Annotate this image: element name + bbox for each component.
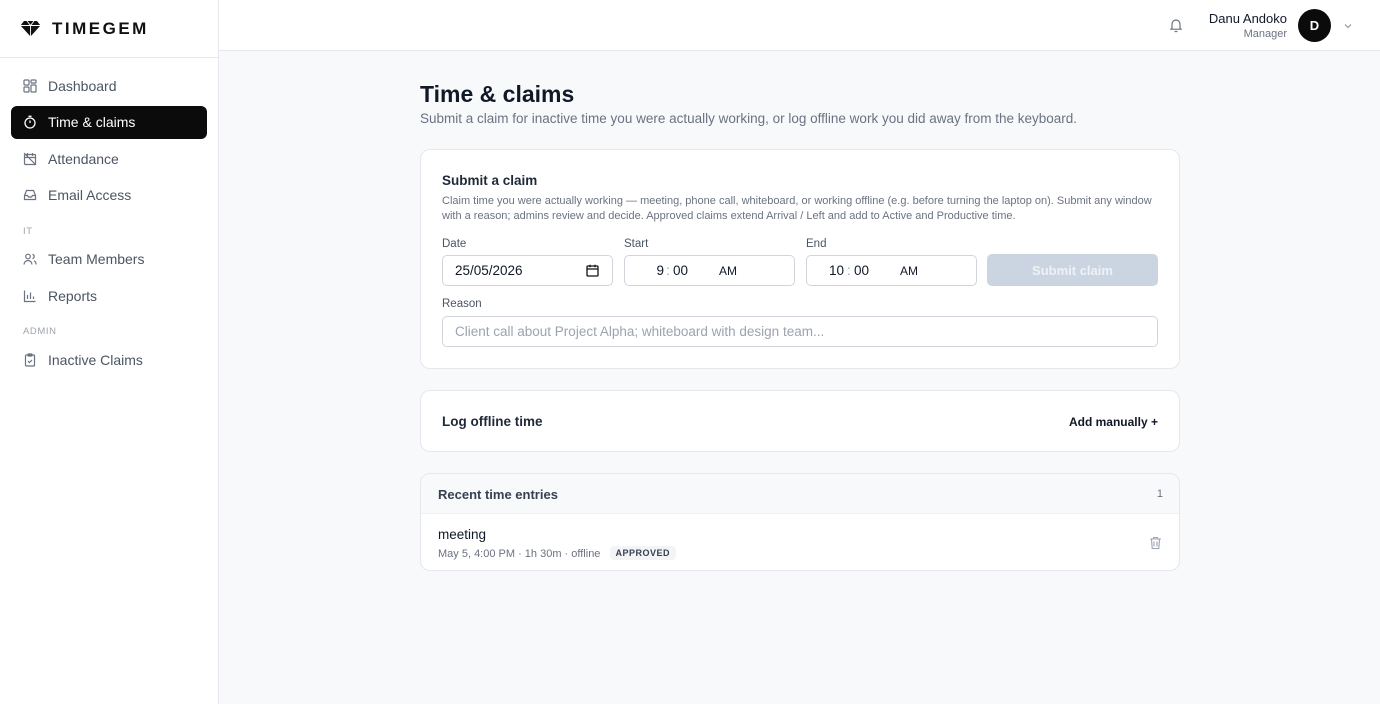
status-badge: APPROVED (609, 546, 677, 560)
sidebar-item-label: Team Members (48, 251, 145, 267)
start-minute[interactable]: 00 (673, 263, 688, 278)
trash-icon[interactable] (1149, 536, 1162, 550)
calendar-off-icon (23, 152, 37, 166)
bell-icon[interactable] (1168, 17, 1184, 33)
start-ampm[interactable]: AM (719, 264, 737, 278)
sidebar-item-email-access[interactable]: Email Access (11, 179, 207, 212)
start-hour[interactable]: 9 (650, 263, 664, 278)
end-ampm[interactable]: AM (900, 264, 918, 278)
sidebar: TIMEGEM Dashboard Time & claims Attendan… (0, 0, 219, 704)
recent-entries-count: 1 (1156, 488, 1163, 500)
avatar[interactable]: D (1298, 9, 1331, 42)
recent-entries-card: Recent time entries 1 meeting May 5, 4:0… (420, 473, 1180, 571)
diamond-icon (20, 20, 41, 37)
sidebar-item-label: Email Access (48, 187, 132, 203)
page-subtitle: Submit a claim for inactive time you wer… (420, 111, 1078, 126)
sidebar-item-label: Time & claims (48, 114, 136, 130)
sidebar-item-reports[interactable]: Reports (11, 279, 207, 312)
user-name[interactable]: Danu Andoko (1209, 11, 1287, 26)
date-field[interactable]: 25/05/2026 (442, 255, 613, 286)
top-bar: Danu Andoko Manager D (219, 0, 1380, 51)
brand[interactable]: TIMEGEM (0, 0, 218, 58)
end-separator: : (847, 263, 851, 278)
date-label: Date (442, 238, 467, 250)
submit-claim-card: Submit a claim Claim time you were actua… (420, 149, 1180, 369)
sidebar-nav: Dashboard Time & claims Attendance Email… (0, 58, 218, 376)
start-label: Start (624, 238, 649, 250)
sidebar-item-dashboard[interactable]: Dashboard (11, 69, 207, 102)
submit-claim-title: Submit a claim (442, 173, 538, 188)
stopwatch-icon (23, 115, 37, 129)
reason-input[interactable] (442, 316, 1158, 347)
date-value: 25/05/2026 (455, 263, 523, 278)
bar-chart-icon (23, 289, 37, 303)
start-separator: : (666, 263, 670, 278)
submit-claim-button[interactable]: Submit claim (987, 254, 1158, 286)
sidebar-item-time-claims[interactable]: Time & claims (11, 105, 207, 139)
chevron-down-icon[interactable] (1342, 19, 1354, 31)
inbox-icon (23, 188, 37, 202)
sidebar-item-label: Inactive Claims (48, 351, 143, 368)
clipboard-check-icon (23, 352, 37, 367)
sidebar-item-label: Reports (48, 287, 98, 304)
entry-title: meeting (438, 527, 487, 542)
section-label-admin: ADMIN (23, 326, 57, 337)
reason-label: Reason (442, 298, 482, 310)
log-offline-card: Log offline time Add manually + (420, 390, 1180, 452)
sidebar-item-label: Attendance (48, 150, 119, 167)
entry-meta-row: May 5, 4:00 PM · 1h 30m · offline APPROV… (438, 546, 677, 560)
calendar-icon[interactable] (586, 264, 599, 277)
end-hour[interactable]: 10 (826, 263, 844, 278)
start-time-field[interactable]: 9 : 00 AM (624, 255, 795, 286)
dashboard-icon (23, 78, 37, 93)
brand-name: TIMEGEM (52, 18, 149, 38)
recent-entries-title: Recent time entries (438, 487, 558, 502)
sidebar-item-team-members[interactable]: Team Members (11, 243, 207, 276)
sidebar-item-inactive-claims[interactable]: Inactive Claims (11, 343, 207, 376)
users-icon (23, 252, 37, 266)
end-label: End (806, 238, 827, 250)
user-role: Manager (1243, 28, 1287, 40)
end-time-field[interactable]: 10 : 00 AM (806, 255, 977, 286)
add-manually-button[interactable]: Add manually + (1069, 415, 1158, 429)
log-offline-title: Log offline time (442, 414, 543, 429)
entry-meta: May 5, 4:00 PM · 1h 30m · offline (438, 548, 601, 560)
section-label-it: IT (23, 225, 33, 237)
recent-entries-header: Recent time entries 1 (421, 474, 1179, 514)
end-minute[interactable]: 00 (854, 263, 869, 278)
page-title: Time & claims (420, 81, 575, 107)
submit-claim-description: Claim time you were actually working — m… (442, 195, 1152, 222)
sidebar-item-attendance[interactable]: Attendance (11, 142, 207, 175)
sidebar-item-label: Dashboard (48, 77, 117, 94)
